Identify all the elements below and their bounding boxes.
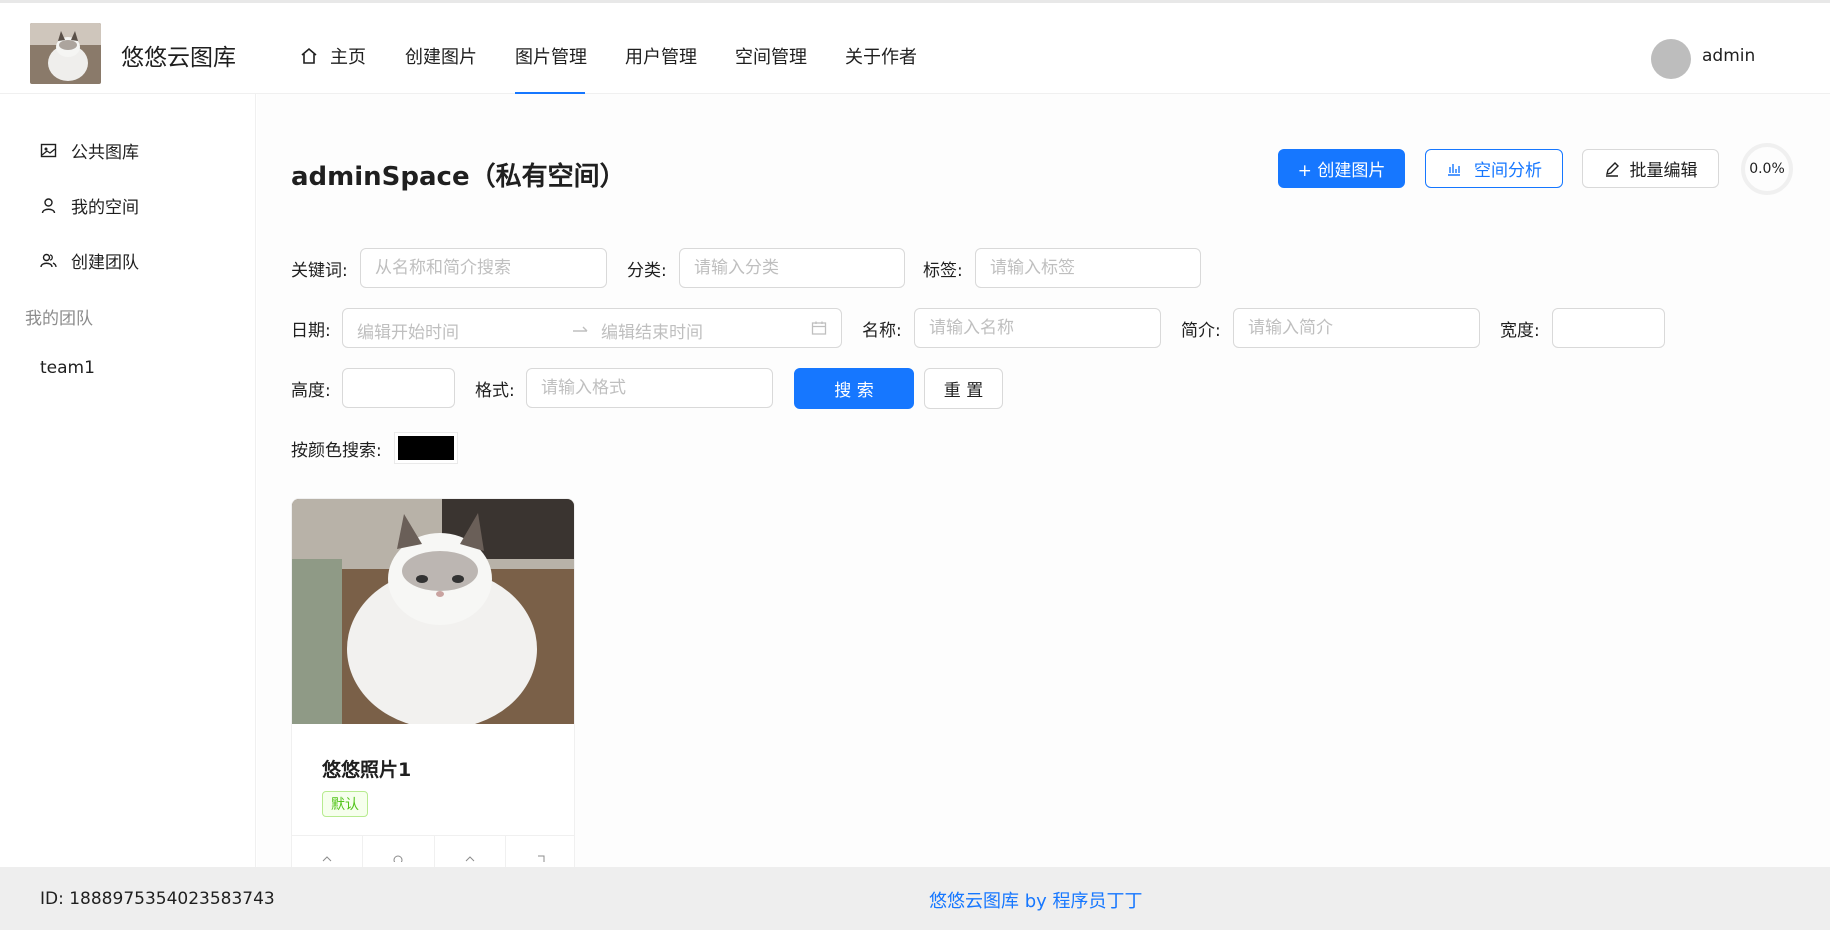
sidebar-item-team[interactable]: team1 <box>40 358 95 378</box>
intro-label: 简介: <box>1181 321 1221 341</box>
picture-icon <box>40 143 57 158</box>
format-input[interactable] <box>526 368 773 408</box>
category-label: 分类: <box>627 261 667 281</box>
footer: ID: 1888975354023583743 悠悠云图库 by 程序员丁丁 <box>0 867 1830 930</box>
username[interactable]: admin <box>1702 46 1755 66</box>
width-input[interactable] <box>1552 308 1665 348</box>
home-icon <box>301 47 317 64</box>
batch-edit-button[interactable]: 批量编辑 <box>1582 149 1719 188</box>
avatar[interactable] <box>1651 39 1691 79</box>
intro-input[interactable] <box>1233 308 1480 348</box>
name-input[interactable] <box>914 308 1161 348</box>
batch-edit-label: 批量编辑 <box>1629 161 1698 181</box>
sidebar-item-my-space[interactable]: 我的空间 <box>40 193 139 218</box>
date-end-placeholder[interactable]: 编辑结束时间 <box>601 318 703 343</box>
picture-card[interactable]: 悠悠照片1 默认 <box>291 498 575 878</box>
team-icon <box>40 253 57 268</box>
color-picker[interactable] <box>395 433 457 463</box>
bar-chart-icon <box>1448 163 1460 176</box>
footer-credit-link[interactable]: 悠悠云图库 by 程序员丁丁 <box>929 887 1143 913</box>
space-usage-progress: 0.0% <box>1741 143 1793 195</box>
space-analysis-button[interactable]: 空间分析 <box>1425 149 1563 188</box>
nav-picture-manage[interactable]: 图片管理 <box>515 43 587 69</box>
sidebar-item-label: 创建团队 <box>71 253 139 273</box>
name-label: 名称: <box>862 321 902 341</box>
date-start-placeholder[interactable]: 编辑开始时间 <box>357 318 459 343</box>
picture-tag: 默认 <box>322 791 368 817</box>
picture-thumbnail[interactable] <box>292 499 575 729</box>
color-search-label: 按颜色搜索: <box>291 441 382 461</box>
reset-button[interactable]: 重 置 <box>924 368 1003 409</box>
site-title[interactable]: 悠悠云图库 <box>121 38 236 72</box>
main-content: adminSpace（私有空间） + 创建图片 空间分析 批量编辑 0.0% 关… <box>257 94 1830 878</box>
search-icon <box>393 855 403 862</box>
sidebar: 公共图库 我的空间 创建团队 我的团队 team1 <box>0 94 256 867</box>
sidebar-item-create-team[interactable]: 创建团队 <box>40 248 139 273</box>
keyword-input[interactable] <box>360 248 607 288</box>
width-label: 宽度: <box>1500 321 1540 341</box>
tags-label: 标签: <box>923 261 963 281</box>
nav-create-picture[interactable]: 创建图片 <box>405 43 477 69</box>
sidebar-group-title: 我的团队 <box>25 309 93 329</box>
user-icon <box>41 198 56 214</box>
date-label: 日期: <box>291 321 331 341</box>
nav-space-manage[interactable]: 空间管理 <box>735 43 807 69</box>
arrow-right-icon <box>573 326 588 332</box>
calendar-icon <box>811 321 827 335</box>
edit-icon <box>1605 161 1619 177</box>
space-analysis-label: 空间分析 <box>1474 161 1542 181</box>
format-label: 格式: <box>475 381 515 401</box>
keyword-label: 关键词: <box>291 261 348 281</box>
nav-user-manage[interactable]: 用户管理 <box>625 43 697 69</box>
footer-id: ID: 1888975354023583743 <box>40 889 275 909</box>
top-navbar: 悠悠云图库 主页 创建图片 图片管理 用户管理 空间管理 关于作者 admin <box>0 0 1830 95</box>
page-title: adminSpace（私有空间） <box>291 162 626 192</box>
site-logo[interactable] <box>30 23 101 84</box>
delete-icon <box>537 855 545 862</box>
height-label: 高度: <box>291 381 331 401</box>
nav-about-author[interactable]: 关于作者 <box>845 43 917 69</box>
tags-input[interactable] <box>975 248 1201 288</box>
category-input[interactable] <box>679 248 905 288</box>
sidebar-item-label: 公共图库 <box>71 143 139 163</box>
nav-home[interactable]: 主页 <box>330 43 366 69</box>
picture-title: 悠悠照片1 <box>322 759 412 781</box>
edit-icon <box>465 856 474 862</box>
sidebar-item-public-gallery[interactable]: 公共图库 <box>40 138 139 163</box>
sidebar-item-label: 我的空间 <box>71 198 139 218</box>
share-icon <box>322 856 332 862</box>
date-range-picker[interactable]: 编辑开始时间 编辑结束时间 <box>342 308 842 348</box>
height-input[interactable] <box>342 368 455 408</box>
create-picture-button[interactable]: + 创建图片 <box>1278 149 1405 188</box>
search-button[interactable]: 搜 索 <box>794 368 914 409</box>
